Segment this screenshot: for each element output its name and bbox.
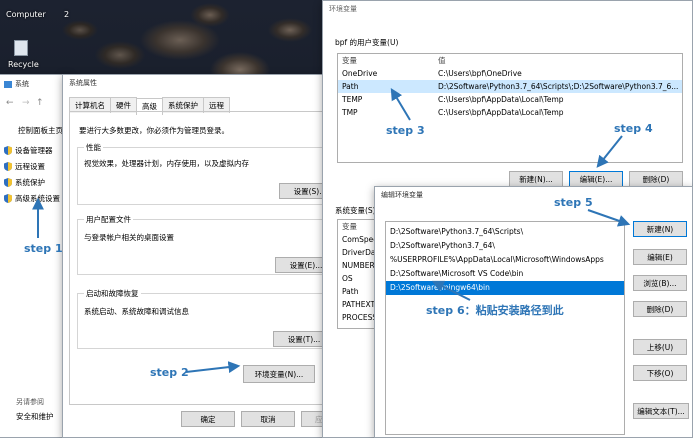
step4-arrow (596, 135, 623, 168)
step2-arrow (185, 361, 241, 374)
step3-arrow (390, 87, 411, 121)
step5-arrow (587, 209, 631, 227)
annotation-arrows (32, 87, 631, 374)
step6-arrow (431, 280, 471, 301)
